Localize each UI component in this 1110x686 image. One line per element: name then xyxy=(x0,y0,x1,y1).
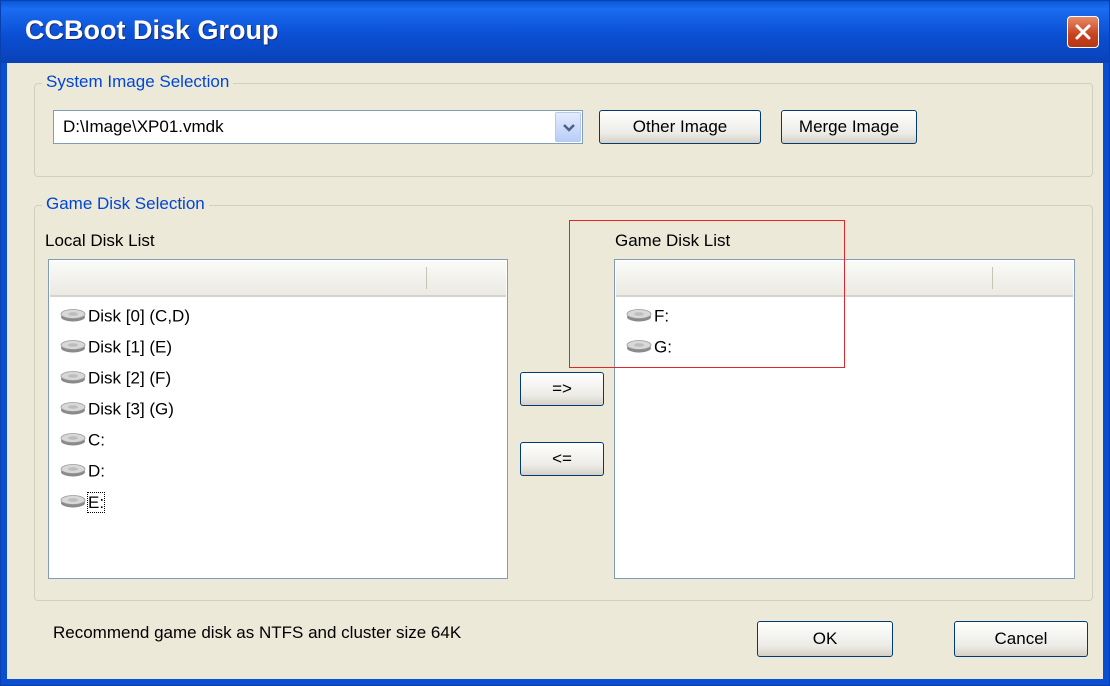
list-item[interactable]: Disk [0] (C,D) xyxy=(60,306,190,332)
list-item-label: Disk [3] (G) xyxy=(88,399,174,419)
ok-button[interactable]: OK xyxy=(757,621,893,657)
hard-disk-icon xyxy=(60,493,86,513)
window-frame-left xyxy=(1,63,7,683)
list-item-label: D: xyxy=(88,461,105,481)
list-item[interactable]: Disk [3] (G) xyxy=(60,399,174,425)
window-title: CCBoot Disk Group xyxy=(25,15,279,45)
local-disk-list-label: Local Disk List xyxy=(45,231,155,250)
add-to-game-list-button[interactable]: => xyxy=(520,372,604,406)
list-item-label: Disk [2] (F) xyxy=(88,368,172,388)
game-disk-legend: Game Disk Selection xyxy=(42,194,209,214)
list-item[interactable]: C: xyxy=(60,430,105,456)
system-image-legend: System Image Selection xyxy=(42,72,234,92)
hard-disk-icon xyxy=(60,369,86,389)
system-image-select[interactable]: D:\Image\XP01.vmdk xyxy=(53,110,583,144)
list-item[interactable]: Disk [1] (E) xyxy=(60,337,172,363)
list-item[interactable]: E: xyxy=(60,491,106,518)
list-item-label: Disk [0] (C,D) xyxy=(88,306,190,326)
column-separator xyxy=(426,267,427,289)
list-item-label: E: xyxy=(86,491,106,513)
merge-image-button[interactable]: Merge Image xyxy=(781,110,917,144)
hard-disk-icon xyxy=(60,307,86,327)
cancel-button[interactable]: Cancel xyxy=(954,621,1088,657)
list-item-label: C: xyxy=(88,430,105,450)
local-disk-list[interactable]: Disk [0] (C,D) Disk [1] (E) Disk [2] (F) Di… xyxy=(48,259,508,579)
system-image-value: D:\Image\XP01.vmdk xyxy=(63,117,224,136)
hard-disk-icon xyxy=(60,431,86,451)
recommendation-note: Recommend game disk as NTFS and cluster … xyxy=(53,623,462,642)
window-frame-bottom xyxy=(1,679,1109,685)
remove-from-game-list-button[interactable]: <= xyxy=(520,442,604,476)
close-button[interactable] xyxy=(1067,16,1099,48)
list-item[interactable]: Disk [2] (F) xyxy=(60,368,171,394)
close-icon xyxy=(1075,24,1091,40)
hard-disk-icon xyxy=(60,462,86,482)
hard-disk-icon xyxy=(60,338,86,358)
window-frame-right xyxy=(1103,63,1109,683)
chevron-down-icon xyxy=(563,124,575,132)
title-bar[interactable]: CCBoot Disk Group xyxy=(1,1,1109,63)
list-item-label: Disk [1] (E) xyxy=(88,337,173,357)
list-item[interactable]: D: xyxy=(60,461,105,487)
hard-disk-icon xyxy=(60,400,86,420)
dropdown-button[interactable] xyxy=(555,112,581,142)
column-separator xyxy=(992,267,993,289)
other-image-button[interactable]: Other Image xyxy=(599,110,761,144)
highlight-box xyxy=(569,220,845,368)
local-disk-list-header xyxy=(50,261,506,297)
dialog-window: CCBoot Disk Group System Image Selection… xyxy=(0,0,1110,686)
